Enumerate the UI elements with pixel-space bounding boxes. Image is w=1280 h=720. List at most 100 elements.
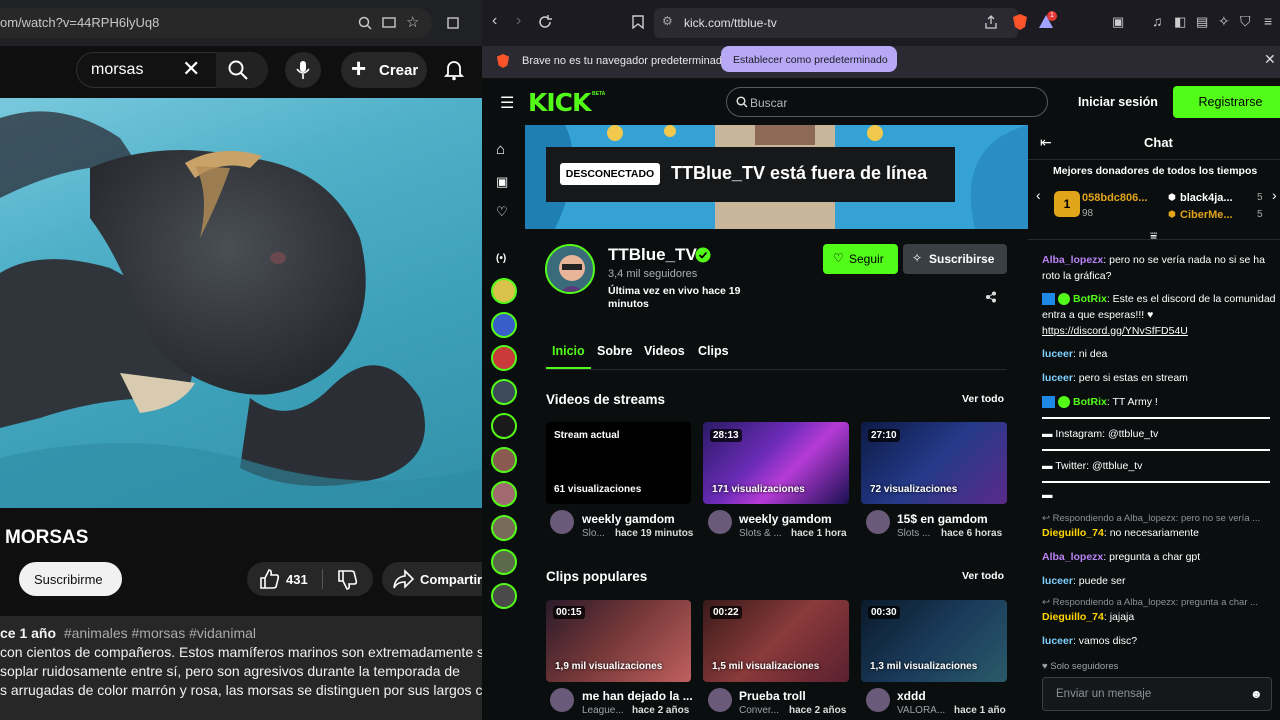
- tab-clips[interactable]: Clips: [698, 344, 729, 358]
- dislike-icon[interactable]: [336, 569, 358, 591]
- sidebar-channel-avatar[interactable]: [491, 583, 517, 609]
- music-icon[interactable]: ♫: [1152, 13, 1163, 29]
- close-infobar-icon[interactable]: ✕: [1264, 51, 1276, 68]
- back-icon[interactable]: ‹: [492, 12, 497, 30]
- channel-avatar[interactable]: [545, 244, 595, 294]
- following-heart-icon[interactable]: ♡: [496, 204, 508, 220]
- chat-username[interactable]: luceer: [1042, 348, 1073, 360]
- clip-title[interactable]: Prueba troll: [739, 689, 806, 703]
- sidebar-channel-avatar[interactable]: [491, 413, 517, 439]
- sidebar-channel-avatar[interactable]: [491, 549, 517, 575]
- clip-age: hace 2 años: [632, 705, 690, 716]
- sidebar-channel-avatar[interactable]: [491, 515, 517, 541]
- chat-username[interactable]: BotRix: [1073, 396, 1107, 408]
- brave-shield-icon[interactable]: [1012, 13, 1028, 31]
- donor-name[interactable]: black4ja...: [1180, 192, 1233, 204]
- chat-username[interactable]: Alba_lopezx: [1042, 551, 1103, 563]
- clip-title[interactable]: xddd: [897, 689, 926, 703]
- tabs-divider: [546, 369, 1007, 370]
- sidebar-channel-avatar[interactable]: [491, 345, 517, 371]
- sidebar-channel-avatar[interactable]: [491, 379, 517, 405]
- hamburger-icon[interactable]: ☰: [500, 93, 514, 113]
- video-description[interactable]: ce 1 año #animales #morsas #vidanimal co…: [0, 616, 482, 720]
- donor-gem-icon: ⬢: [1168, 192, 1176, 202]
- kick-search-placeholder: Buscar: [750, 96, 788, 110]
- live-channels-icon[interactable]: (•): [496, 253, 506, 264]
- video-title[interactable]: weekly gamdom: [582, 512, 675, 526]
- like-count: 431: [286, 572, 308, 587]
- reload-icon[interactable]: [538, 15, 552, 29]
- reply-text: Respondiendo a Alba_lopezx: pregunta a c…: [1052, 597, 1259, 608]
- sidebar-channel-avatar[interactable]: [491, 278, 517, 304]
- stream-badge: Stream actual: [554, 430, 620, 441]
- stream-duration: 27:10: [868, 429, 900, 442]
- sidebar-channel-avatar[interactable]: [491, 481, 517, 507]
- video-player[interactable]: [0, 98, 482, 508]
- clips-see-all[interactable]: Ver todo: [962, 570, 1004, 582]
- forward-icon[interactable]: ›: [516, 12, 521, 30]
- leo-ai-icon[interactable]: ✧: [1218, 13, 1230, 30]
- chat-username[interactable]: Dieguillo_74: [1042, 611, 1104, 623]
- chat-username[interactable]: Alba_lopezx: [1042, 254, 1103, 266]
- wallet-icon[interactable]: ▤: [1196, 14, 1208, 30]
- sidebar-channel-avatar[interactable]: [491, 447, 517, 473]
- tab-videos[interactable]: Videos: [644, 344, 685, 358]
- tab-inicio[interactable]: Inicio: [552, 344, 585, 358]
- share-page-icon[interactable]: [984, 15, 998, 29]
- search-input[interactable]: morsas: [91, 61, 143, 79]
- followers-only-notice: ♥ Solo seguidores: [1042, 661, 1119, 672]
- donor-name[interactable]: CiberMe...: [1180, 209, 1233, 221]
- video-avatar: [708, 510, 732, 534]
- chat-username[interactable]: luceer: [1042, 635, 1073, 647]
- clip-age: hace 2 años: [789, 705, 847, 716]
- donor-gem-icon: ⬢: [1168, 209, 1176, 219]
- chat-username[interactable]: Dieguillo_74: [1042, 527, 1104, 539]
- chat-title: Chat: [1144, 135, 1173, 150]
- rank-badge: 1: [1054, 191, 1080, 217]
- site-info-icon[interactable]: ⚙: [662, 14, 673, 28]
- clip-title[interactable]: me han dejado la ...: [582, 689, 693, 703]
- menu-icon[interactable]: ≡: [1264, 13, 1272, 29]
- home-icon[interactable]: ⌂: [496, 141, 505, 158]
- login-button[interactable]: Iniciar sesión: [1078, 95, 1158, 109]
- donors-next-icon[interactable]: ›: [1272, 187, 1277, 203]
- zoom-icon[interactable]: [358, 16, 372, 30]
- hashtags[interactable]: #animales #morsas #vidanimal: [64, 625, 256, 641]
- donor-name[interactable]: 058bdc806...: [1082, 192, 1147, 204]
- share-channel-icon[interactable]: [985, 291, 997, 303]
- clear-search-icon[interactable]: ✕: [182, 56, 200, 82]
- donors-prev-icon[interactable]: ‹: [1036, 187, 1041, 203]
- address-url-right[interactable]: kick.com/ttblue-tv: [684, 16, 777, 30]
- collapse-chat-icon[interactable]: ⇤: [1040, 134, 1052, 151]
- expand-donors-icon[interactable]: ⩸: [1150, 229, 1157, 244]
- extensions-icon[interactable]: [446, 16, 460, 30]
- install-icon[interactable]: [382, 16, 396, 30]
- kick-logo[interactable]: KICK: [528, 88, 591, 117]
- like-icon[interactable]: [258, 568, 280, 590]
- chat-username[interactable]: BotRix: [1073, 293, 1107, 305]
- bookmark-star-icon[interactable]: ☆: [406, 13, 419, 31]
- bookmark-icon[interactable]: [632, 15, 644, 29]
- kick-sidebar: ⌂ ▣ ♡ (•): [482, 125, 525, 720]
- video-title[interactable]: weekly gamdom: [739, 512, 832, 526]
- chat-username[interactable]: luceer: [1042, 575, 1073, 587]
- description-line-3: s arrugadas de color marrón y rosa, las …: [0, 682, 482, 698]
- clip-avatar: [708, 688, 732, 712]
- offline-text: TTBlue_TV está fuera de línea: [671, 163, 928, 183]
- chat-link[interactable]: https://discord.gg/YNvSfFD54U: [1042, 325, 1188, 337]
- emoji-icon[interactable]: ☻: [1250, 687, 1263, 701]
- chat-text: : jajaja: [1103, 611, 1135, 623]
- video-title[interactable]: 15$ en gamdom: [897, 512, 988, 526]
- chat-divider: [1028, 159, 1280, 160]
- vpn-shield-icon[interactable]: ⛉: [1240, 13, 1251, 30]
- tab-sobre[interactable]: Sobre: [597, 344, 632, 358]
- tab-search-icon[interactable]: ▣: [1112, 14, 1124, 30]
- address-url[interactable]: om/watch?v=44RPH6lyUq8: [0, 15, 159, 30]
- register-button[interactable]: Registrarse: [1173, 86, 1280, 118]
- sidebar-channel-avatar[interactable]: [491, 312, 517, 338]
- chat-username[interactable]: luceer: [1042, 372, 1073, 384]
- bell-icon[interactable]: [444, 59, 464, 81]
- sidebar-toggle-icon[interactable]: ◧: [1174, 14, 1186, 30]
- browse-icon[interactable]: ▣: [496, 174, 508, 190]
- streams-see-all[interactable]: Ver todo: [962, 393, 1004, 405]
